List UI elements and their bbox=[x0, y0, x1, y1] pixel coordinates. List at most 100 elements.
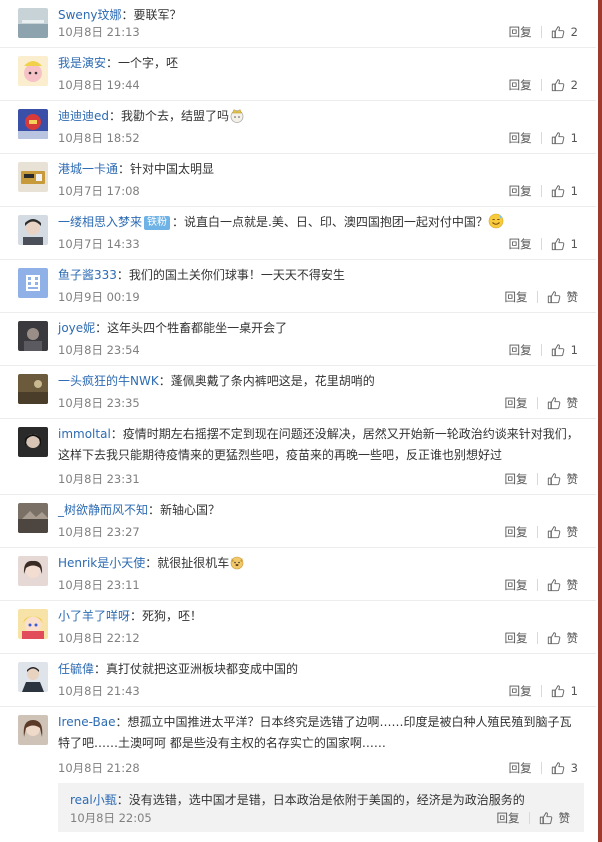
divider bbox=[536, 579, 538, 591]
comment-item: 港城一卡通：针对中国太明显 10月7日 17:08 回复 1 bbox=[0, 154, 596, 207]
avatar[interactable] bbox=[18, 321, 48, 351]
reply-button[interactable]: 回复 bbox=[509, 130, 532, 146]
reply-button[interactable]: 回复 bbox=[505, 289, 528, 305]
avatar[interactable] bbox=[18, 427, 48, 457]
comment-username[interactable]: joye妮 bbox=[58, 321, 95, 335]
comment-username[interactable]: 小了羊了咩呀 bbox=[58, 609, 130, 623]
comment-username[interactable]: immoltal bbox=[58, 427, 111, 441]
comment-username[interactable]: Irene-Bae bbox=[58, 715, 115, 729]
comment-text-line: 迪迪迪ed：我勸个去，结盟了吗 bbox=[58, 106, 582, 126]
like-button[interactable]: 赞 bbox=[547, 395, 578, 411]
like-button[interactable]: 2 bbox=[551, 77, 578, 93]
divider bbox=[540, 26, 542, 38]
comment-username[interactable]: 我是演安 bbox=[58, 56, 106, 70]
avatar[interactable] bbox=[18, 162, 48, 192]
like-button[interactable]: 3 bbox=[551, 760, 578, 776]
reply-button[interactable]: 回复 bbox=[505, 395, 528, 411]
reply-button[interactable]: 回复 bbox=[509, 683, 532, 699]
comment-item: joye妮：这年头四个牲畜都能坐一桌开会了 10月8日 23:54 回复 1 bbox=[0, 313, 596, 366]
comment-username[interactable]: 一缕相思入梦来 bbox=[58, 215, 142, 229]
comment-actions: 回复 赞 bbox=[505, 524, 579, 540]
like-button[interactable]: 赞 bbox=[547, 577, 578, 593]
thumbs-up-icon bbox=[547, 632, 560, 645]
comment-text-line: 任毓偉：真打仗就把这亚洲板块都变成中国的 bbox=[58, 659, 582, 679]
comment-username[interactable]: 任毓偉 bbox=[58, 662, 94, 676]
reply-button[interactable]: 回复 bbox=[505, 630, 528, 646]
comment-time: 10月7日 17:08 bbox=[58, 184, 140, 198]
like-count: 1 bbox=[570, 684, 578, 698]
comment-time: 10月8日 23:54 bbox=[58, 343, 140, 357]
thumbs-up-icon bbox=[547, 579, 560, 592]
like-button[interactable]: 1 bbox=[551, 130, 578, 146]
reply-button[interactable]: 回复 bbox=[509, 183, 532, 199]
avatar[interactable] bbox=[18, 715, 48, 745]
thumbs-up-icon bbox=[547, 473, 560, 486]
divider bbox=[540, 185, 542, 197]
like-button[interactable]: 1 bbox=[551, 236, 578, 252]
comment-username[interactable]: 鱼子酱333 bbox=[58, 268, 117, 282]
avatar[interactable] bbox=[18, 8, 48, 38]
reply-button[interactable]: 回复 bbox=[505, 471, 528, 487]
like-button[interactable]: 2 bbox=[551, 24, 578, 40]
comment-actions: 回复 2 bbox=[509, 77, 578, 93]
like-button[interactable]: 1 bbox=[551, 683, 578, 699]
avatar[interactable] bbox=[18, 268, 48, 298]
comment-actions: 回复 1 bbox=[509, 183, 578, 199]
comment-text-line: joye妮：这年头四个牲畜都能坐一桌开会了 bbox=[58, 318, 582, 338]
avatar[interactable] bbox=[18, 109, 48, 139]
comment-text-line: 鱼子酱333：我们的国土关你们球事！一天天不得安生 bbox=[58, 265, 582, 285]
avatar[interactable] bbox=[18, 662, 48, 692]
comment-username[interactable]: Sweny玟娜 bbox=[58, 8, 122, 22]
avatar[interactable] bbox=[18, 556, 48, 586]
comment-username[interactable]: Henrik是小天使 bbox=[58, 556, 145, 570]
reply-username[interactable]: real小甄 bbox=[70, 793, 117, 807]
reply-button[interactable]: 回复 bbox=[509, 77, 532, 93]
comment-item: 迪迪迪ed：我勸个去，结盟了吗 10月8日 18:52 回复 1 bbox=[0, 101, 596, 154]
like-button[interactable]: 赞 bbox=[539, 810, 570, 826]
reply-button[interactable]: 回复 bbox=[497, 810, 520, 826]
comment-actions: 回复 1 bbox=[509, 130, 578, 146]
thumbs-up-icon bbox=[551, 344, 564, 357]
fan-badge: 铁粉 bbox=[144, 216, 171, 230]
thumbs-up-icon bbox=[547, 397, 560, 410]
comment-list: Sweny玟娜：要联军？ 10月8日 21:13 回复 2 我是演安：一个字，呸 … bbox=[0, 0, 596, 838]
divider bbox=[536, 397, 538, 409]
like-count: 2 bbox=[570, 78, 578, 92]
avatar[interactable] bbox=[18, 609, 48, 639]
comment-time: 10月8日 23:35 bbox=[58, 396, 140, 410]
comment-username[interactable]: 迪迪迪ed bbox=[58, 109, 109, 123]
comment-actions: 回复 2 bbox=[509, 24, 578, 40]
reply-text: ：没有选错，选中国才是错，日本政治是依附于美国的，经济是为政治服务的 bbox=[116, 793, 525, 807]
comment-username[interactable]: 一头疯狂的牛NWK bbox=[58, 374, 159, 388]
reply-button[interactable]: 回复 bbox=[509, 342, 532, 358]
comment-actions: 回复 赞 bbox=[505, 471, 579, 487]
thumbs-up-icon bbox=[551, 26, 564, 39]
comment-username[interactable]: 港城一卡通 bbox=[58, 162, 118, 176]
comment-actions: 回复 1 bbox=[509, 683, 578, 699]
avatar[interactable] bbox=[18, 374, 48, 404]
comment-username[interactable]: _树欲静而风不知 bbox=[58, 503, 148, 517]
thumbs-up-icon bbox=[551, 132, 564, 145]
comment-time: 10月8日 21:13 bbox=[58, 25, 140, 39]
reply-button[interactable]: 回复 bbox=[505, 577, 528, 593]
avatar[interactable] bbox=[18, 56, 48, 86]
like-button[interactable]: 赞 bbox=[547, 524, 578, 540]
thumbs-up-icon bbox=[551, 185, 564, 198]
like-button[interactable]: 1 bbox=[551, 183, 578, 199]
reply-button[interactable]: 回复 bbox=[509, 760, 532, 776]
reply-button[interactable]: 回复 bbox=[505, 524, 528, 540]
like-button[interactable]: 1 bbox=[551, 342, 578, 358]
divider bbox=[528, 812, 530, 824]
reply-thread: real小甄：没有选错，选中国才是错，日本政治是依附于美国的，经济是为政治服务的… bbox=[58, 783, 584, 832]
reply-button[interactable]: 回复 bbox=[509, 236, 532, 252]
like-count: 赞 bbox=[566, 472, 579, 486]
comment-text-line: 我是演安：一个字，呸 bbox=[58, 53, 582, 73]
avatar[interactable] bbox=[18, 215, 48, 245]
comment-text: ：这年头四个牲畜都能坐一桌开会了 bbox=[95, 321, 288, 335]
like-button[interactable]: 赞 bbox=[547, 630, 578, 646]
avatar[interactable] bbox=[18, 503, 48, 533]
like-button[interactable]: 赞 bbox=[547, 471, 579, 487]
comment-text: ：一个字，呸 bbox=[106, 56, 179, 70]
reply-button[interactable]: 回复 bbox=[509, 24, 532, 40]
like-button[interactable]: 赞 bbox=[547, 289, 578, 305]
